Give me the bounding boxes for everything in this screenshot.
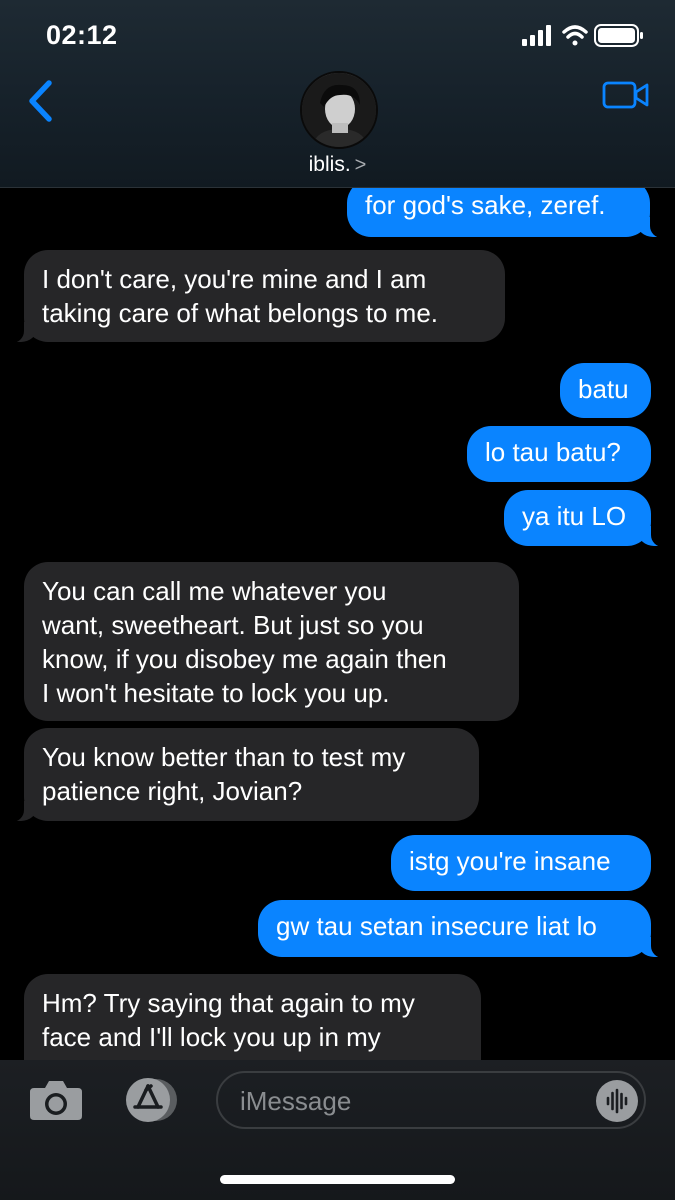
app-store-icon[interactable] (118, 1077, 182, 1123)
message-bubble-sent[interactable]: gw tau setan insecure liat lo (258, 900, 671, 958)
message-thread[interactable]: for god's sake, zeref. I don't care, you… (0, 187, 675, 1060)
chevron-right-icon: > (354, 154, 367, 176)
input-placeholder: iMessage (240, 1086, 352, 1116)
contact-avatar[interactable] (300, 71, 378, 149)
message-bubble-received[interactable]: I don't care, you're mine and I am takin… (4, 250, 505, 343)
message-bubble-sent[interactable]: batu (560, 363, 651, 418)
conversation-header: 02:12 iblis. > (0, 0, 675, 188)
status-time: 02:12 (46, 20, 118, 50)
home-indicator[interactable] (220, 1175, 455, 1184)
back-chevron-icon[interactable] (22, 78, 62, 124)
battery-icon (594, 24, 643, 47)
message-bubble-sent[interactable]: for god's sake, zeref. (347, 187, 670, 238)
message-bubble-received[interactable]: You know better than to test my patience… (4, 728, 479, 822)
audio-record-button[interactable] (596, 1080, 638, 1122)
contact-name-button[interactable]: iblis. > (0, 153, 675, 177)
message-bubble-received[interactable]: Hm? Try saying that again to my face and… (24, 974, 481, 1060)
status-icons (522, 24, 643, 47)
message-bubble-sent[interactable]: ya itu LO (504, 490, 671, 547)
video-camera-icon[interactable] (602, 80, 650, 110)
imessage-input[interactable]: iMessage (216, 1071, 646, 1129)
message-bubble-sent[interactable]: lo tau batu? (467, 426, 651, 482)
message-bubble-sent[interactable]: istg you're insane (391, 835, 651, 891)
message-bubble-received[interactable]: You can call me whatever you want, sweet… (24, 562, 519, 721)
wifi-icon (562, 25, 588, 46)
contact-name: iblis. (308, 153, 351, 176)
avatar-photo (302, 73, 376, 147)
audio-waveform-icon (606, 1088, 628, 1114)
signal-icon (522, 25, 551, 46)
camera-icon[interactable] (28, 1078, 84, 1122)
